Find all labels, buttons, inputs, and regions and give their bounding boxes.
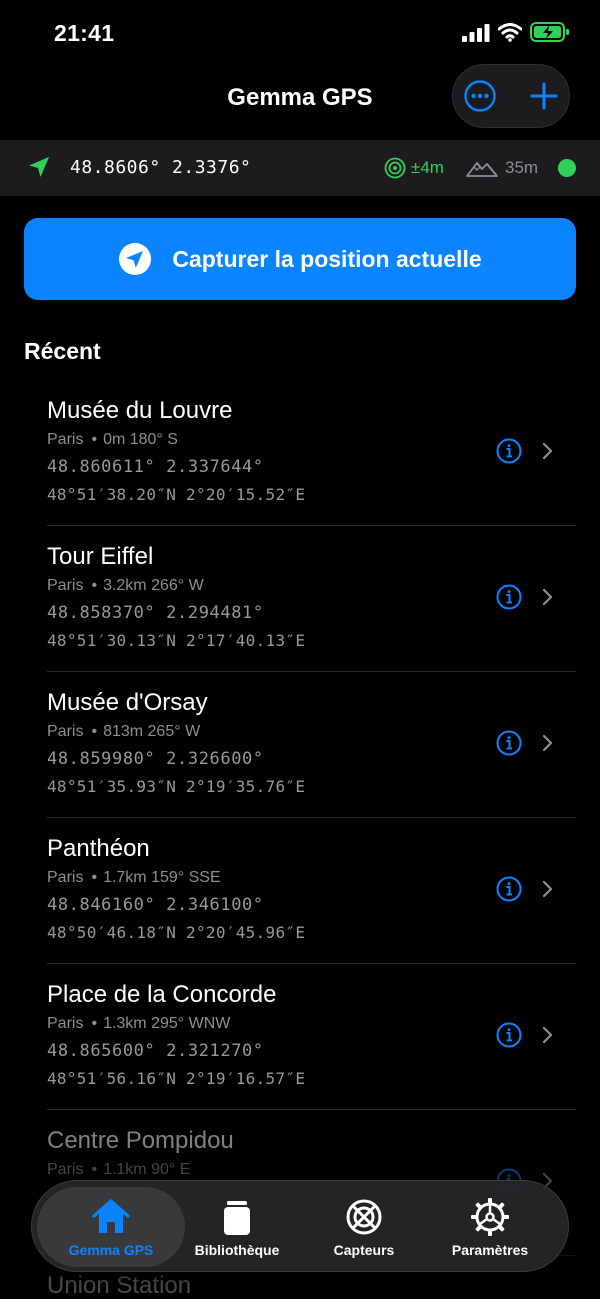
tab-capteurs[interactable]: Capteurs <box>309 1187 419 1267</box>
gear-icon <box>471 1197 509 1236</box>
place-meta: Paris • 0m 180° S <box>47 431 178 449</box>
place-name: Place de la Concorde <box>47 981 277 1008</box>
meta-separator: • <box>91 869 98 886</box>
meta-separator: • <box>91 1161 98 1178</box>
chevron-right-icon <box>542 442 553 460</box>
place-row[interactable]: Place de la Concorde Paris • 1.3km 295° WN… <box>47 964 576 1110</box>
capture-button-label: Capturer la position actuelle <box>172 245 482 272</box>
place-row[interactable]: Musée d'Orsay Paris • 813m 265° W 48.85998… <box>47 672 576 818</box>
cellular-signal-icon <box>462 24 490 42</box>
place-decimal-coordinates: 48.858370° 2.294481° <box>47 603 264 623</box>
place-distance-bearing: 3.2km 266° W <box>103 577 204 594</box>
chevron-right-icon <box>542 1026 553 1044</box>
accuracy-value: ±4m <box>411 158 444 177</box>
place-name-partial[interactable]: Union Station <box>47 1272 191 1299</box>
tab-gemma-gps[interactable]: Gemma GPS <box>37 1187 185 1267</box>
altitude-value: 35m <box>505 158 539 177</box>
tab-label: Capteurs <box>333 1241 395 1258</box>
place-row[interactable]: Tour Eiffel Paris • 3.2km 266° W 48.858370… <box>47 526 576 672</box>
place-name: Musée du Louvre <box>47 397 233 424</box>
tab-label: Bibliothèque <box>194 1241 280 1258</box>
place-dms-coordinates: 48°51′38.20″N 2°20′15.52″E <box>47 485 306 504</box>
meta-separator: • <box>91 1015 98 1032</box>
place-meta: Paris • 1.3km 295° WNW <box>47 1015 230 1033</box>
jar-icon <box>224 1200 250 1235</box>
battery-charging-icon <box>530 22 569 42</box>
info-icon[interactable] <box>496 1022 522 1048</box>
meta-separator: • <box>91 431 98 448</box>
place-decimal-coordinates: 48.865600° 2.321270° <box>47 1041 264 1061</box>
place-city: Paris <box>47 577 84 594</box>
place-name: Tour Eiffel <box>47 543 154 570</box>
gps-status-dot <box>558 159 576 177</box>
location-arrow-icon <box>29 157 49 177</box>
place-meta: Paris • 1.7km 159° SSE <box>47 869 221 887</box>
accuracy-target-icon <box>384 157 406 179</box>
add-place-button[interactable] <box>527 79 561 113</box>
place-decimal-coordinates: 48.860611° 2.337644° <box>47 457 264 477</box>
place-distance-bearing: 1.3km 295° WNW <box>103 1015 231 1032</box>
place-meta: Paris • 1.1km 90° E <box>47 1161 190 1179</box>
place-decimal-coordinates: 48.859980° 2.326600° <box>47 749 264 769</box>
place-name: Centre Pompidou <box>47 1127 234 1154</box>
place-row[interactable]: Musée du Louvre Paris • 0m 180° S 48.86061… <box>47 380 576 526</box>
place-decimal-coordinates: 48.846160° 2.346100° <box>47 895 264 915</box>
place-city: Paris <box>47 1015 84 1032</box>
tab-bibliotheque[interactable]: Bibliothèque <box>182 1187 292 1267</box>
chevron-right-icon <box>542 880 553 898</box>
info-icon[interactable] <box>496 876 522 902</box>
place-city: Paris <box>47 723 84 740</box>
tab-bar: Gemma GPS Bibliothèque Capteurs Paramètr… <box>31 1180 569 1272</box>
place-dms-coordinates: 48°50′46.18″N 2°20′45.96″E <box>47 923 306 942</box>
meta-separator: • <box>91 577 98 594</box>
more-options-button[interactable] <box>463 79 497 113</box>
meta-separator: • <box>91 723 98 740</box>
tab-label: Paramètres <box>451 1241 529 1258</box>
mountain-altitude-icon <box>466 162 498 177</box>
status-bar: 21:41 <box>0 0 600 60</box>
place-name: Musée d'Orsay <box>47 689 208 716</box>
place-name: Panthéon <box>47 835 150 862</box>
info-icon[interactable] <box>496 730 522 756</box>
place-distance-bearing: 813m 265° W <box>103 723 201 740</box>
place-dms-coordinates: 48°51′56.16″N 2°19′16.57″E <box>47 1069 306 1088</box>
place-distance-bearing: 0m 180° S <box>103 431 178 448</box>
chevron-right-icon <box>542 588 553 606</box>
header-actions <box>452 64 570 128</box>
current-coordinates: 48.8606° 2.3376° <box>70 157 252 178</box>
current-location-bar: 48.8606° 2.3376° ±4m 35m <box>0 140 600 196</box>
place-city: Paris <box>47 869 84 886</box>
place-dms-coordinates: 48°51′30.13″N 2°17′40.13″E <box>47 631 306 650</box>
location-arrow-circle-icon <box>119 243 152 275</box>
crosshair-icon <box>346 1199 382 1234</box>
place-distance-bearing: 1.1km 90° E <box>103 1161 191 1178</box>
tab-label: Gemma GPS <box>68 1241 154 1258</box>
place-dms-coordinates: 48°51′35.93″N 2°19′35.76″E <box>47 777 306 796</box>
place-meta: Paris • 3.2km 266° W <box>47 577 204 595</box>
wifi-icon <box>498 23 522 42</box>
place-row[interactable]: Panthéon Paris • 1.7km 159° SSE 48.846160°… <box>47 818 576 964</box>
recent-section-title: Récent <box>24 338 101 364</box>
place-meta: Paris • 813m 265° W <box>47 723 200 741</box>
status-time: 21:41 <box>54 20 115 46</box>
place-city: Paris <box>47 1161 84 1178</box>
info-icon[interactable] <box>496 438 522 464</box>
capture-position-button[interactable]: Capturer la position actuelle <box>24 218 576 300</box>
tab-parametres[interactable]: Paramètres <box>435 1187 545 1267</box>
place-distance-bearing: 1.7km 159° SSE <box>103 869 221 886</box>
recent-places-list: Musée du Louvre Paris • 0m 180° S 48.86061… <box>0 380 600 1256</box>
house-icon <box>92 1198 130 1233</box>
place-city: Paris <box>47 431 84 448</box>
info-icon[interactable] <box>496 584 522 610</box>
chevron-right-icon <box>542 734 553 752</box>
navigation-header: Gemma GPS <box>0 60 600 140</box>
